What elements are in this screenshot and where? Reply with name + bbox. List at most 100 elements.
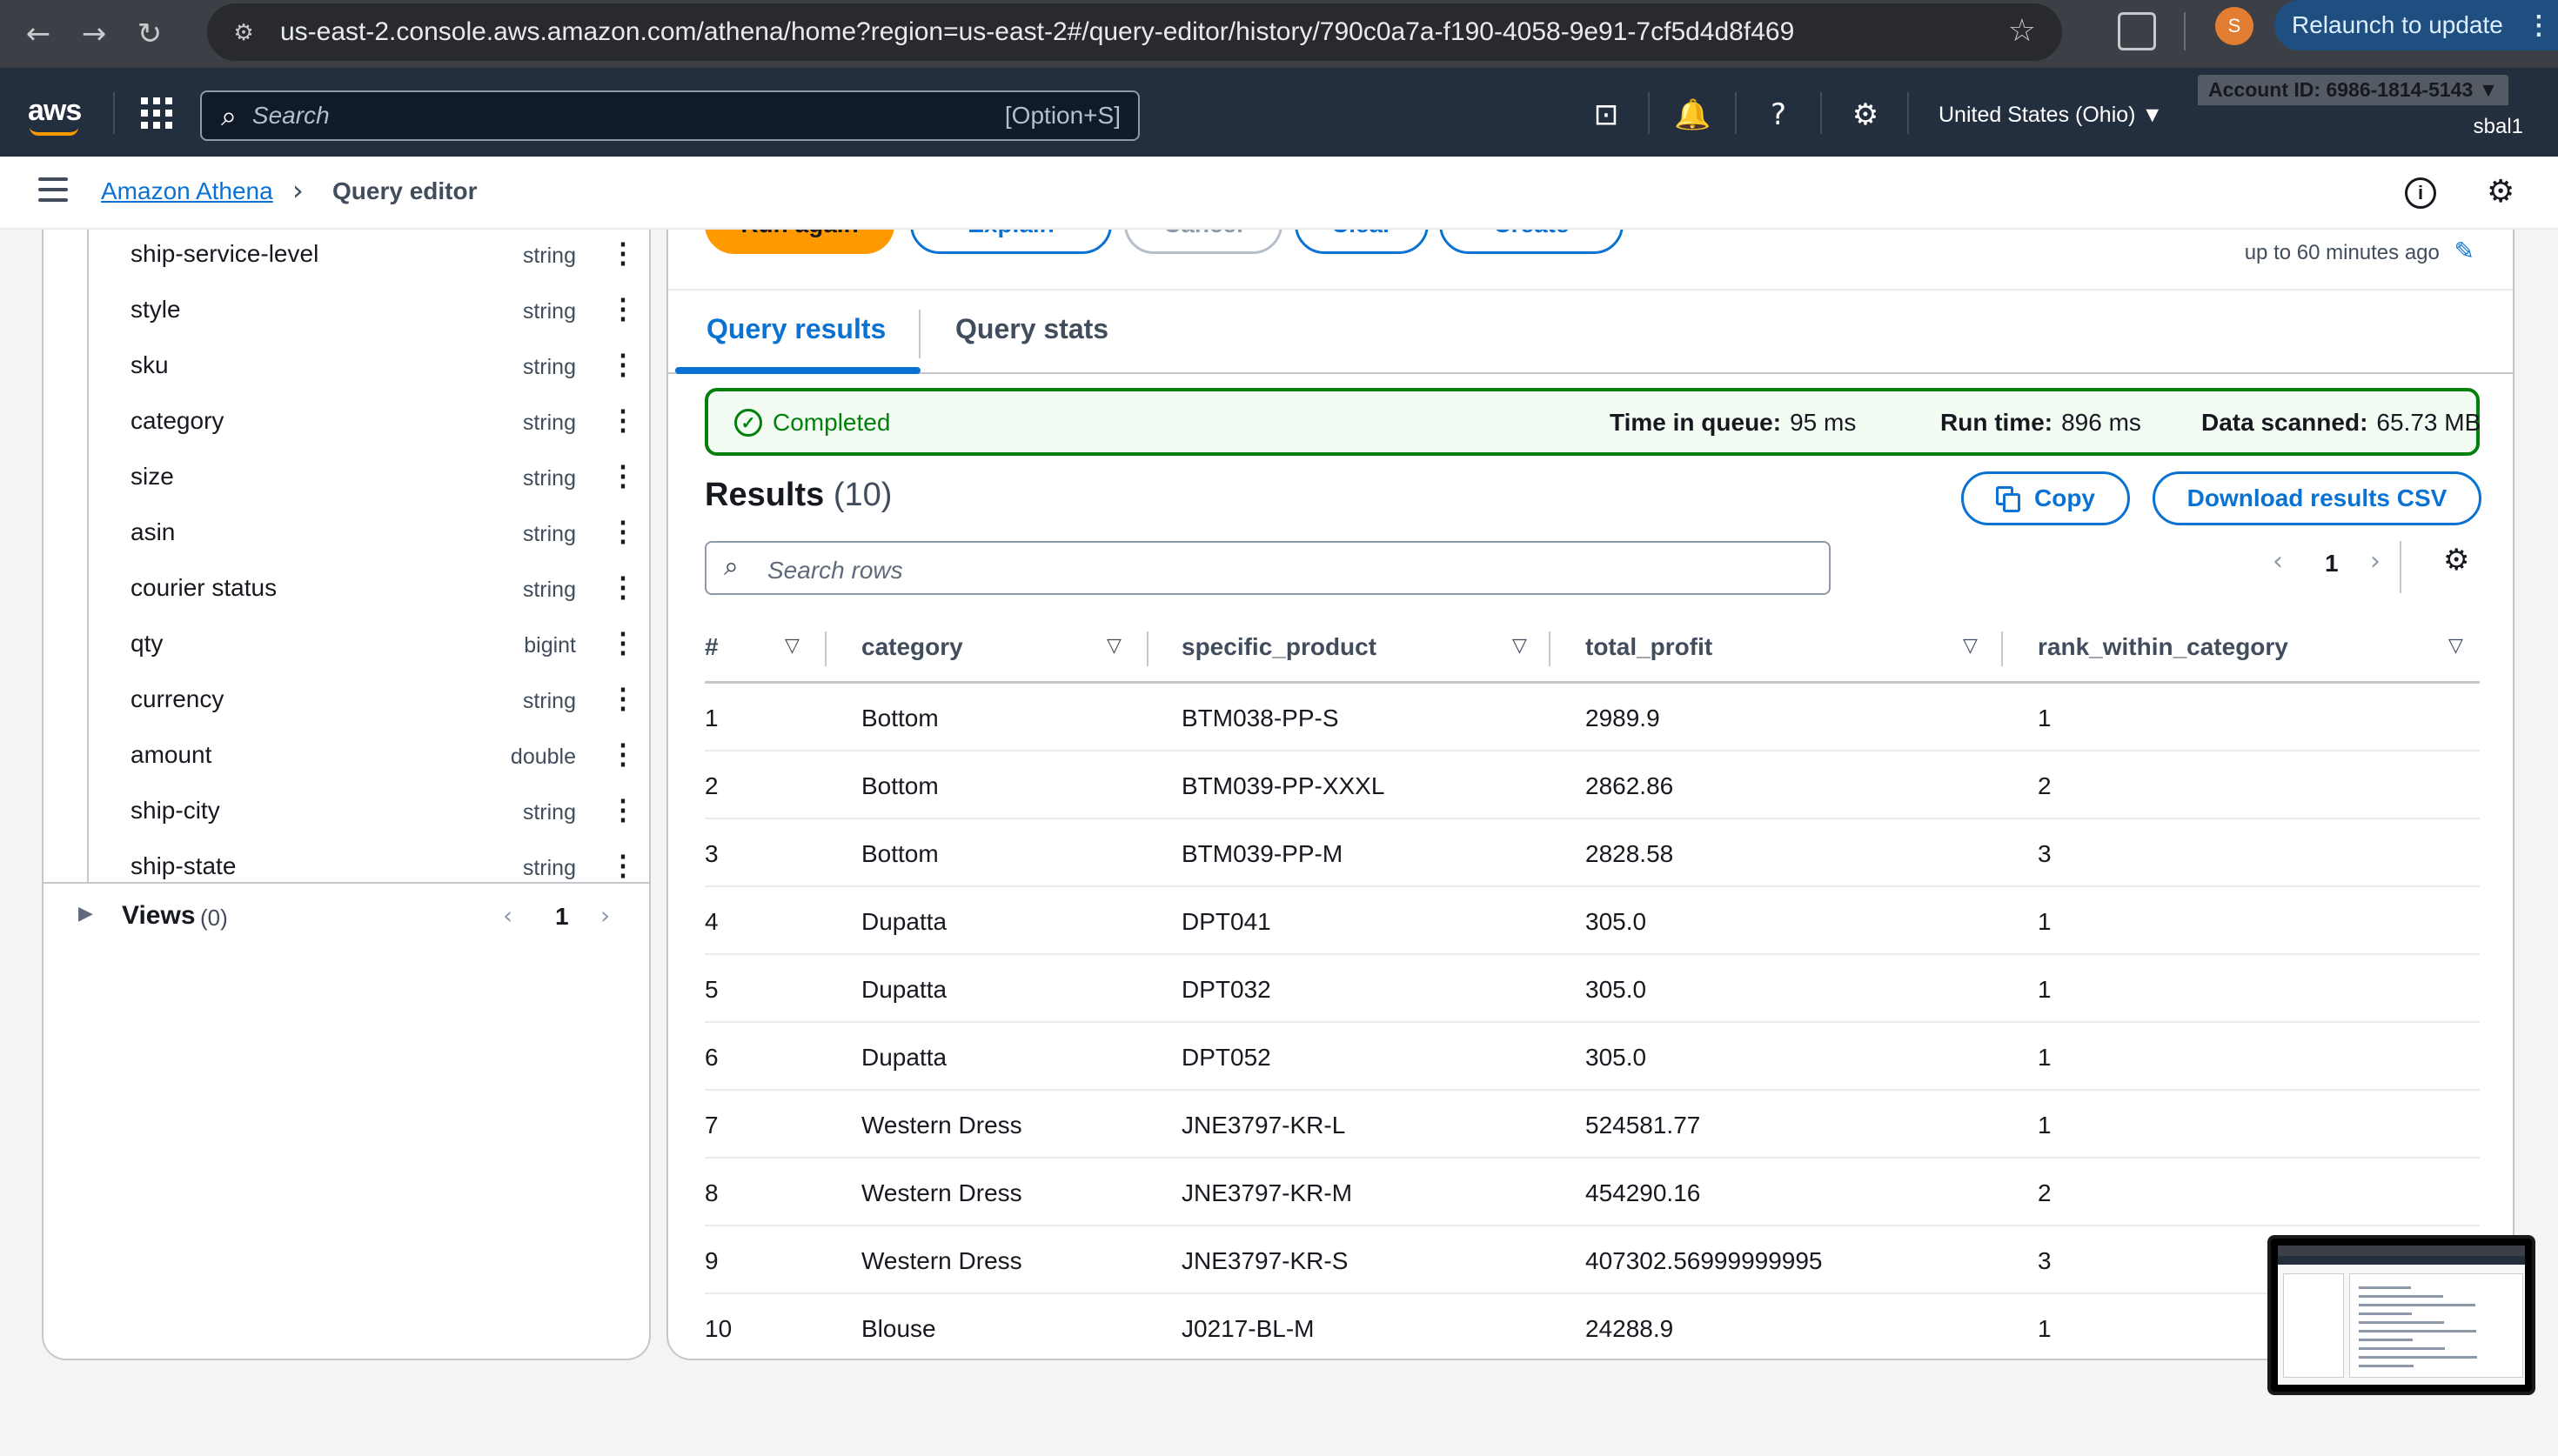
table-row[interactable]: 1 Bottom BTM038-PP-S 2989.9 1 bbox=[705, 684, 2480, 751]
help-icon[interactable]: ? bbox=[1761, 97, 1796, 132]
sort-caret-icon[interactable]: ▽ bbox=[2448, 635, 2463, 657]
schema-field-row[interactable]: size string ⋮ bbox=[44, 452, 649, 508]
table-row[interactable]: 4 Dupatta DPT041 305.0 1 bbox=[705, 887, 2480, 955]
global-search-input[interactable]: ⌕ Search [Option+S] bbox=[200, 90, 1140, 141]
search-rows-input[interactable]: ⌕ Search rows bbox=[705, 541, 1831, 595]
schema-field-row[interactable]: amount double ⋮ bbox=[44, 731, 649, 786]
edit-pencil-icon[interactable]: ✎ bbox=[2454, 237, 2474, 265]
field-name: category bbox=[131, 407, 224, 434]
next-page-icon[interactable]: › bbox=[2370, 546, 2381, 577]
breadcrumb-athena[interactable]: Amazon Athena bbox=[101, 177, 273, 205]
column-header[interactable]: # bbox=[705, 633, 719, 661]
info-icon[interactable]: i bbox=[2405, 177, 2436, 209]
user-menu[interactable]: sbal1 bbox=[2474, 115, 2523, 139]
column-header[interactable]: category bbox=[861, 633, 963, 661]
table-row[interactable]: 8 Western Dress JNE3797-KR-M 454290.16 2 bbox=[705, 1159, 2480, 1226]
views-prev-page-icon[interactable]: ‹ bbox=[503, 901, 512, 930]
cloudshell-icon[interactable]: ⊡ bbox=[1589, 97, 1624, 132]
results-title-text: Results bbox=[705, 477, 825, 513]
column-divider[interactable] bbox=[2001, 631, 2003, 666]
download-csv-button[interactable]: Download results CSV bbox=[2153, 471, 2481, 525]
expand-caret-icon[interactable]: ▶ bbox=[78, 903, 93, 925]
table-cell: 7 bbox=[705, 1112, 719, 1139]
run-again-button[interactable]: Run again bbox=[705, 230, 894, 254]
profile-avatar[interactable]: S bbox=[2215, 7, 2253, 45]
more-vertical-icon[interactable]: ⋮ bbox=[2526, 10, 2552, 41]
feedback-gear-icon[interactable]: ⚙ bbox=[2487, 174, 2514, 210]
page-number[interactable]: 1 bbox=[2325, 550, 2339, 578]
table-cell: 2 bbox=[705, 772, 719, 799]
address-bar[interactable]: ⚙ us-east-2.console.aws.amazon.com/athen… bbox=[207, 3, 2062, 61]
field-actions-icon[interactable]: ⋮ bbox=[609, 292, 637, 325]
schema-field-row[interactable]: asin string ⋮ bbox=[44, 508, 649, 564]
explain-button[interactable]: Explain bbox=[910, 230, 1112, 254]
cancel-button[interactable]: Cancel bbox=[1124, 230, 1282, 254]
field-actions-icon[interactable]: ⋮ bbox=[609, 682, 637, 715]
schema-field-row[interactable]: qty bigint ⋮ bbox=[44, 619, 649, 675]
field-actions-icon[interactable]: ⋮ bbox=[609, 849, 637, 882]
schema-field-row[interactable]: courier status string ⋮ bbox=[44, 564, 649, 619]
region-selector[interactable]: United States (Ohio) ▼ bbox=[1939, 103, 2163, 128]
aws-logo[interactable]: aws bbox=[28, 94, 82, 136]
copy-button[interactable]: Copy bbox=[1961, 471, 2130, 525]
column-header[interactable]: rank_within_category bbox=[2038, 633, 2288, 661]
sort-caret-icon[interactable]: ▽ bbox=[785, 635, 800, 657]
schema-field-row[interactable]: currency string ⋮ bbox=[44, 675, 649, 731]
table-cell: 1 bbox=[2038, 976, 2052, 1003]
views-section[interactable]: ▶ Views (0) ‹ 1 › bbox=[44, 891, 649, 946]
column-divider[interactable] bbox=[825, 631, 827, 666]
sort-caret-icon[interactable]: ▽ bbox=[1963, 635, 1978, 657]
table-row[interactable]: 5 Dupatta DPT032 305.0 1 bbox=[705, 955, 2480, 1023]
create-button[interactable]: Create bbox=[1439, 230, 1624, 254]
field-actions-icon[interactable]: ⋮ bbox=[609, 571, 637, 604]
views-next-page-icon[interactable]: › bbox=[600, 901, 610, 930]
field-actions-icon[interactable]: ⋮ bbox=[609, 237, 637, 270]
schema-field-row[interactable]: ship-service-level string ⋮ bbox=[44, 230, 649, 285]
field-actions-icon[interactable]: ⋮ bbox=[609, 626, 637, 659]
settings-gear-icon[interactable]: ⚙ bbox=[1848, 97, 1883, 132]
services-grid-icon[interactable] bbox=[141, 97, 172, 129]
tab-query-stats[interactable]: Query stats bbox=[955, 313, 1108, 345]
screenshot-thumbnail[interactable] bbox=[2267, 1235, 2535, 1395]
column-header[interactable]: specific_product bbox=[1182, 633, 1376, 661]
schema-field-row[interactable]: ship-state string ⋮ bbox=[44, 842, 649, 898]
schema-field-row[interactable]: ship-city string ⋮ bbox=[44, 786, 649, 842]
table-preferences-gear-icon[interactable]: ⚙ bbox=[2443, 543, 2469, 578]
hamburger-menu-icon[interactable] bbox=[38, 177, 68, 204]
relaunch-button[interactable]: Relaunch to update ⋮ bbox=[2274, 0, 2558, 50]
sort-caret-icon[interactable]: ▽ bbox=[1512, 635, 1527, 657]
back-arrow-icon[interactable]: ← bbox=[10, 17, 66, 51]
account-id-badge[interactable]: Account ID: 6986-1814-5143 ▼ bbox=[2198, 75, 2509, 105]
field-actions-icon[interactable]: ⋮ bbox=[609, 459, 637, 492]
bookmark-star-icon[interactable]: ☆ bbox=[2008, 13, 2036, 49]
url-text[interactable]: us-east-2.console.aws.amazon.com/athena/… bbox=[280, 17, 1794, 47]
schema-field-row[interactable]: category string ⋮ bbox=[44, 397, 649, 452]
column-header[interactable]: total_profit bbox=[1585, 633, 1712, 661]
table-row[interactable]: 10 Blouse J0217-BL-M 24288.9 1 bbox=[705, 1294, 2480, 1359]
reload-icon[interactable]: ↻ bbox=[122, 17, 177, 51]
field-actions-icon[interactable]: ⋮ bbox=[609, 515, 637, 548]
table-row[interactable]: 7 Western Dress JNE3797-KR-L 524581.77 1 bbox=[705, 1091, 2480, 1159]
field-actions-icon[interactable]: ⋮ bbox=[609, 404, 637, 437]
sort-caret-icon[interactable]: ▽ bbox=[1107, 635, 1122, 657]
schema-field-row[interactable]: sku string ⋮ bbox=[44, 341, 649, 397]
column-divider[interactable] bbox=[1147, 631, 1148, 666]
notifications-bell-icon[interactable]: 🔔 bbox=[1674, 97, 1711, 132]
table-row[interactable]: 9 Western Dress JNE3797-KR-S 407302.5699999… bbox=[705, 1226, 2480, 1294]
field-actions-icon[interactable]: ⋮ bbox=[609, 738, 637, 771]
table-row[interactable]: 6 Dupatta DPT052 305.0 1 bbox=[705, 1023, 2480, 1091]
table-row[interactable]: 3 Bottom BTM039-PP-M 2828.58 3 bbox=[705, 819, 2480, 887]
column-divider[interactable] bbox=[1549, 631, 1550, 666]
tab-query-results[interactable]: Query results bbox=[706, 313, 886, 345]
field-name: style bbox=[131, 296, 181, 323]
field-actions-icon[interactable]: ⋮ bbox=[609, 348, 637, 381]
table-cell: 2 bbox=[2038, 772, 2052, 799]
field-actions-icon[interactable]: ⋮ bbox=[609, 793, 637, 826]
google-lens-icon[interactable] bbox=[2118, 12, 2156, 50]
prev-page-icon[interactable]: ‹ bbox=[2273, 546, 2283, 577]
site-settings-icon[interactable]: ⚙ bbox=[226, 15, 261, 50]
table-row[interactable]: 2 Bottom BTM039-PP-XXXL 2862.86 2 bbox=[705, 751, 2480, 819]
forward-arrow-icon[interactable]: → bbox=[66, 17, 122, 51]
schema-field-row[interactable]: style string ⋮ bbox=[44, 285, 649, 341]
clear-button[interactable]: Clear bbox=[1295, 230, 1429, 254]
